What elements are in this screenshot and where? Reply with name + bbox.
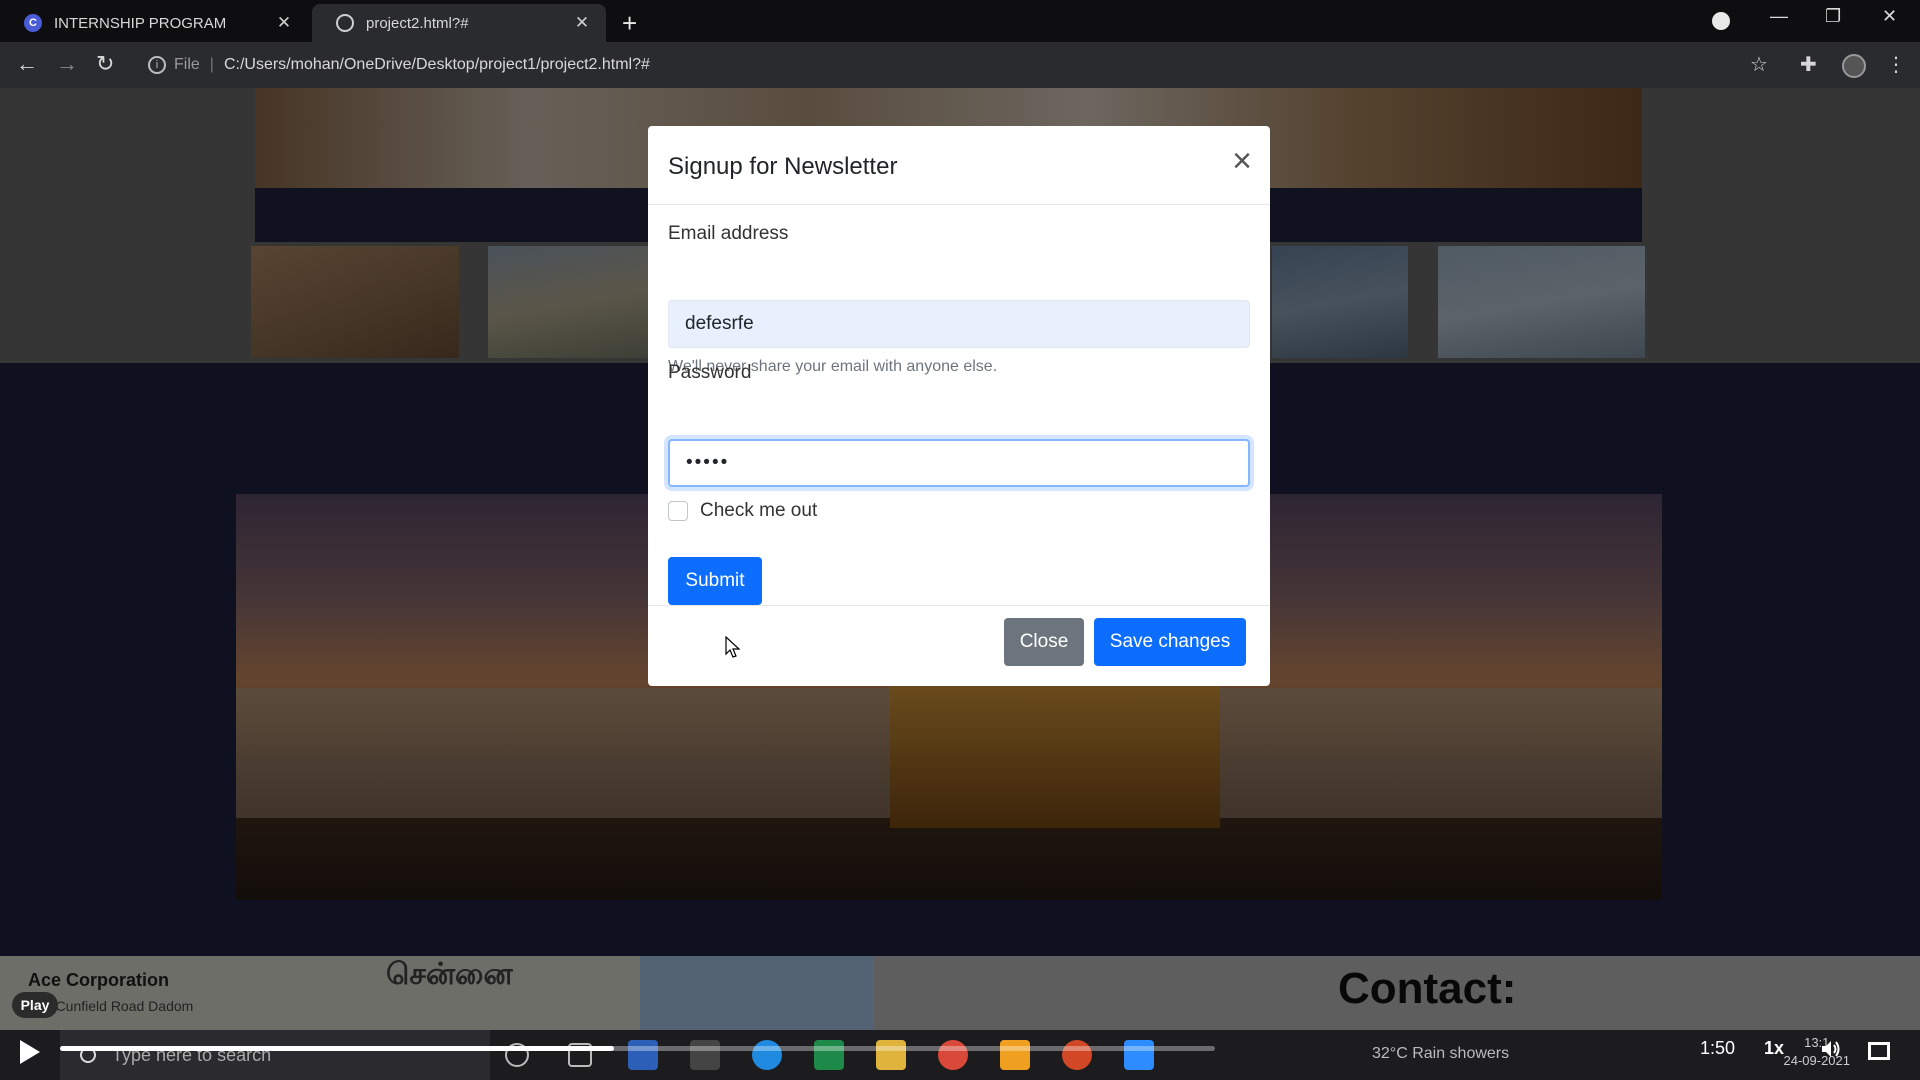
store-icon[interactable]	[690, 1040, 720, 1070]
chrome-icon[interactable]	[938, 1040, 968, 1070]
close-tab-icon[interactable]: ✕	[572, 13, 592, 33]
sublime-text-icon[interactable]	[1000, 1040, 1030, 1070]
page-viewport: Ace Corporation 4/ Cunfield Road Dadom ச…	[0, 88, 1920, 1030]
address-url: C:/Users/mohan/OneDrive/Desktop/project1…	[223, 56, 650, 73]
password-field[interactable]: •••••	[668, 439, 1250, 487]
extensions-puzzle-icon[interactable]: ✚	[1800, 52, 1817, 77]
powerpoint-icon[interactable]	[1062, 1040, 1092, 1070]
reload-icon[interactable]: ↻	[96, 51, 114, 77]
address-bar[interactable]: i File | C:/Users/mohan/OneDrive/Desktop…	[140, 48, 1760, 82]
address-scheme: File	[174, 56, 200, 73]
tab-title: INTERNSHIP PROGRAM	[54, 14, 227, 32]
close-button[interactable]: Close	[1004, 618, 1084, 666]
checkbox-label: Check me out	[700, 500, 818, 521]
fullscreen-icon[interactable]	[1868, 1042, 1890, 1060]
zoom-icon[interactable]	[1124, 1040, 1154, 1070]
edge-icon[interactable]	[752, 1040, 782, 1070]
minimize-icon[interactable]: —	[1770, 6, 1788, 27]
tab-title: project2.html?#	[366, 14, 469, 32]
forward-icon[interactable]: →	[56, 51, 78, 77]
new-tab-button[interactable]: +	[622, 8, 637, 39]
email-label: Email address	[668, 223, 789, 244]
word-icon[interactable]	[628, 1040, 658, 1070]
c-logo-icon: C	[24, 14, 42, 32]
account-avatar[interactable]	[1842, 54, 1866, 78]
task-view-icon[interactable]	[568, 1043, 592, 1067]
tab-project2[interactable]: project2.html?# ✕	[312, 4, 606, 42]
close-icon[interactable]: ×	[1232, 142, 1252, 181]
weather-indicator[interactable]: 32°C Rain showers	[1372, 1045, 1509, 1063]
browser-toolbar: ← → ↻ i File | C:/Users/mohan/OneDrive/D…	[0, 42, 1920, 88]
windows-taskbar: Type here to search 32°C Rain showers 13…	[0, 1030, 1920, 1080]
play-icon[interactable]	[20, 1040, 40, 1064]
file-explorer-icon[interactable]	[876, 1040, 906, 1070]
search-icon	[80, 1047, 96, 1063]
save-changes-button[interactable]: Save changes	[1094, 618, 1246, 666]
play-badge[interactable]: Play	[12, 992, 58, 1018]
bookmark-star-icon[interactable]: ☆	[1750, 52, 1768, 77]
browser-tab-bar: C INTERNSHIP PROGRAM ✕ project2.html?# ✕…	[0, 0, 1920, 42]
volume-icon[interactable]	[1820, 1038, 1842, 1060]
cortana-icon[interactable]	[505, 1043, 529, 1067]
submit-button[interactable]: Submit	[668, 557, 762, 605]
password-label: Password	[668, 362, 752, 383]
tab-internship-program[interactable]: C INTERNSHIP PROGRAM ✕	[0, 4, 308, 42]
menu-kebab-icon[interactable]: ⋮	[1886, 52, 1906, 77]
password-value: •••••	[686, 452, 730, 473]
check-me-out-checkbox[interactable]: Check me out	[668, 500, 817, 522]
profile-icon[interactable]	[1712, 12, 1730, 30]
info-icon[interactable]: i	[148, 56, 166, 74]
newsletter-modal: Signup for Newsletter × Email address de…	[648, 126, 1270, 686]
email-field[interactable]: defesrfe	[668, 300, 1250, 348]
globe-icon	[336, 14, 354, 32]
taskbar-search-placeholder: Type here to search	[112, 1044, 272, 1065]
taskbar-search[interactable]: Type here to search	[60, 1030, 490, 1080]
restore-icon[interactable]: ❐	[1825, 6, 1841, 27]
back-icon[interactable]: ←	[16, 51, 38, 77]
checkbox-box[interactable]	[668, 501, 688, 521]
modal-footer	[648, 605, 1270, 606]
modal-title: Signup for Newsletter	[668, 153, 898, 180]
window-close-icon[interactable]: ✕	[1882, 6, 1897, 27]
excel-icon[interactable]	[814, 1040, 844, 1070]
email-value: defesrfe	[685, 313, 754, 334]
modal-header: Signup for Newsletter ×	[648, 126, 1270, 205]
address-separator: |	[209, 56, 214, 73]
close-tab-icon[interactable]: ✕	[274, 13, 294, 33]
